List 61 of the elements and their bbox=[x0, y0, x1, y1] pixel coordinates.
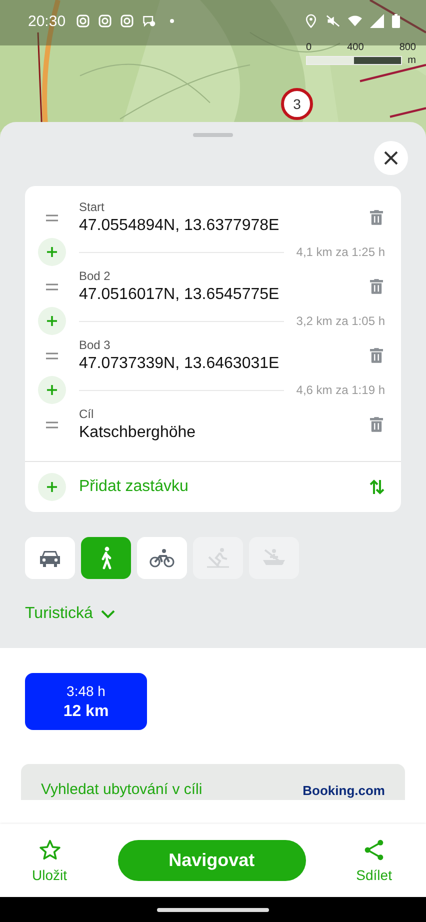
drag-handle-icon[interactable] bbox=[45, 214, 59, 222]
status-time: 20:30 bbox=[28, 12, 66, 30]
camera-app-icon bbox=[98, 14, 112, 28]
waypoint-label: Bod 3 bbox=[79, 338, 112, 352]
dot-icon bbox=[170, 19, 174, 23]
route-option[interactable]: 3:48 h 12 km bbox=[25, 673, 147, 730]
skier-icon bbox=[205, 547, 231, 569]
drag-handle-icon[interactable] bbox=[45, 282, 59, 290]
trash-icon[interactable] bbox=[370, 417, 383, 432]
scale-label: 0 bbox=[306, 42, 312, 53]
waypoint-label: Start bbox=[79, 200, 106, 214]
waypoint-label: Cíl bbox=[79, 407, 95, 421]
insert-stop-button[interactable] bbox=[38, 307, 66, 335]
location-pin-icon bbox=[304, 14, 318, 28]
bike-mode-button[interactable] bbox=[137, 537, 187, 579]
share-icon bbox=[363, 838, 386, 860]
insert-stop-button[interactable] bbox=[38, 376, 66, 404]
scale-label: 800 bbox=[399, 42, 416, 53]
drag-handle-icon[interactable] bbox=[45, 420, 59, 428]
booking-banner[interactable]: Vyhledat ubytování v cíli Booking.com bbox=[21, 764, 405, 800]
canoe-icon bbox=[261, 548, 287, 568]
drag-handle[interactable] bbox=[193, 133, 233, 137]
trash-icon[interactable] bbox=[370, 348, 383, 363]
camera-app-icon bbox=[76, 14, 90, 28]
waypoint-value[interactable]: 47.0554894N, 13.6377978E bbox=[79, 217, 370, 235]
car-icon bbox=[38, 548, 62, 568]
insert-stop-button[interactable] bbox=[38, 238, 66, 266]
battery-icon bbox=[392, 14, 400, 28]
close-button[interactable] bbox=[374, 141, 408, 175]
booking-logo: Booking.com bbox=[302, 783, 385, 798]
waypoint-value[interactable]: Katschberghöhe bbox=[79, 424, 370, 442]
camera-app-icon bbox=[120, 14, 134, 28]
plus-icon bbox=[46, 481, 58, 493]
wifi-icon bbox=[348, 14, 362, 28]
add-stop-plus-button[interactable] bbox=[38, 473, 66, 501]
leg-distance: 3,2 km za 1:05 h bbox=[296, 314, 385, 328]
mute-icon bbox=[326, 14, 340, 28]
bicycle-icon bbox=[149, 548, 175, 568]
close-icon bbox=[384, 151, 398, 165]
swap-arrows-icon[interactable] bbox=[369, 478, 385, 496]
plus-icon bbox=[46, 315, 58, 327]
trash-icon[interactable] bbox=[370, 210, 383, 225]
scale-unit: m bbox=[408, 55, 416, 66]
chevron-down-icon bbox=[100, 610, 115, 618]
waypoint-value[interactable]: 47.0737339N, 13.6463031E bbox=[79, 355, 370, 373]
walk-mode-button[interactable] bbox=[81, 537, 131, 579]
chat-bubble-icon bbox=[142, 14, 156, 28]
booking-text: Vyhledat ubytování v cíli bbox=[41, 781, 202, 798]
drag-handle-icon[interactable] bbox=[45, 352, 59, 360]
waypoint-label: Bod 2 bbox=[79, 269, 112, 283]
trash-icon[interactable] bbox=[370, 279, 383, 294]
scale-label: 400 bbox=[347, 42, 364, 53]
home-indicator[interactable] bbox=[157, 908, 269, 912]
leg-distance: 4,6 km za 1:19 h bbox=[296, 383, 385, 397]
leg-distance: 4,1 km za 1:25 h bbox=[296, 245, 385, 259]
plus-icon bbox=[46, 246, 58, 258]
car-mode-button[interactable] bbox=[25, 537, 75, 579]
signal-icon bbox=[370, 14, 384, 28]
waypoint-value[interactable]: 47.0516017N, 13.6545775E bbox=[79, 286, 370, 304]
plus-icon bbox=[46, 384, 58, 396]
star-icon bbox=[38, 838, 60, 860]
